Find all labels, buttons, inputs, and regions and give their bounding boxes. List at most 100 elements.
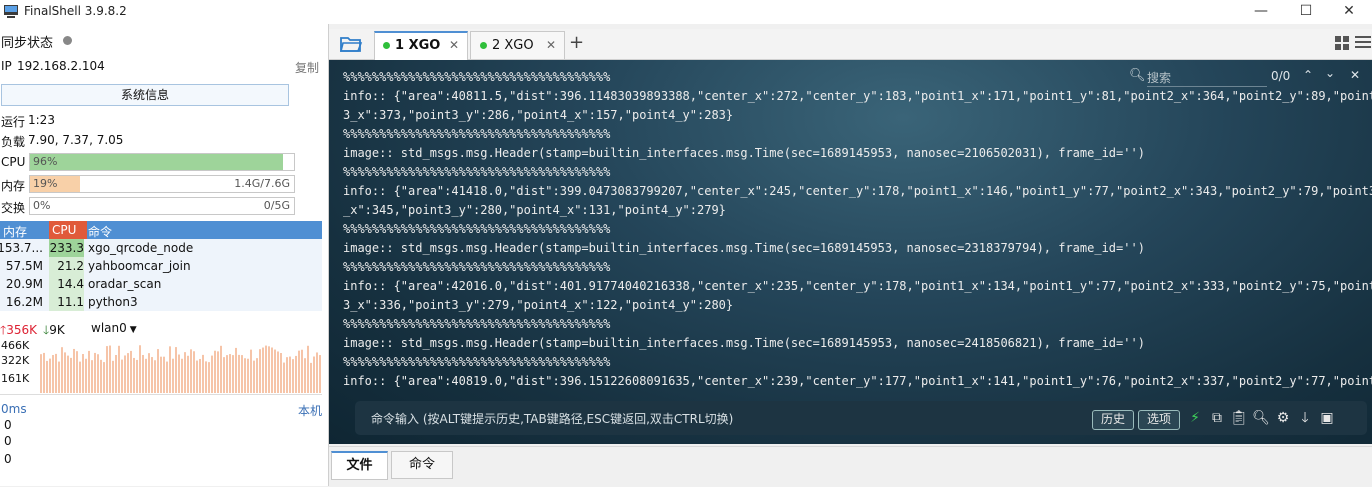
- net-graph-bar: [253, 360, 255, 393]
- layout-grid-icon[interactable]: [1335, 36, 1349, 50]
- terminal-line: image:: std_msgs.msg.Header(stamp=builti…: [343, 146, 1145, 160]
- net-graph-bar: [241, 355, 243, 393]
- process-cpu: 21.2: [49, 257, 84, 275]
- net-graph-bar: [172, 358, 174, 393]
- window-icon[interactable]: ▣: [1318, 409, 1336, 427]
- search-input[interactable]: 搜索: [1147, 69, 1267, 87]
- net-graph-bar: [154, 360, 156, 393]
- gear-icon[interactable]: ⚙: [1274, 409, 1292, 427]
- find-icon[interactable]: 🔍︎: [1252, 409, 1270, 427]
- terminal-line: _x":345,"point3_y":280,"point4_x":131,"p…: [343, 203, 726, 217]
- tab-commands[interactable]: 命令: [391, 451, 453, 479]
- folder-icon[interactable]: [339, 34, 363, 54]
- process-row[interactable]: 153.7... 233.3 xgo_qrcode_node: [0, 239, 322, 257]
- col-cpu-header[interactable]: CPU: [49, 221, 87, 239]
- net-graph-bar: [256, 358, 258, 393]
- net-graph-bar: [61, 347, 63, 393]
- net-graph-bar: [97, 354, 99, 393]
- lightning-icon[interactable]: ⚡: [1186, 409, 1204, 427]
- net-graph-bar: [88, 350, 90, 393]
- net-graph-bar: [274, 349, 276, 393]
- terminal-line: 3_x":336,"point3_y":279,"point4_x":122,"…: [343, 298, 734, 312]
- net-graph-bar: [190, 349, 192, 393]
- net-graph-bar: [55, 353, 57, 393]
- cpu-label: CPU: [1, 155, 26, 169]
- close-tab-icon[interactable]: ✕: [449, 38, 459, 52]
- process-command: xgo_qrcode_node: [88, 241, 194, 255]
- net-graph-bar: [49, 358, 51, 393]
- col-mem-header[interactable]: 内存: [3, 223, 27, 240]
- net-graph-bar: [205, 361, 207, 393]
- net-graph-bar: [319, 355, 321, 393]
- process-cpu: 11.1: [49, 293, 84, 311]
- net-graph-bar: [124, 355, 126, 393]
- net-graph-bar: [292, 359, 294, 393]
- search-prev-icon[interactable]: ⌃: [1303, 68, 1313, 82]
- search-next-icon[interactable]: ⌄: [1325, 66, 1335, 80]
- download-icon[interactable]: 🡓: [1296, 409, 1314, 427]
- ping-value-1: 0: [4, 418, 12, 432]
- process-row[interactable]: 57.5M 21.2 yahboomcar_join: [0, 257, 322, 275]
- tab-files[interactable]: 文件: [331, 451, 388, 480]
- tab-1-xgo[interactable]: 1 XGO ✕: [374, 31, 468, 60]
- minimize-button[interactable]: —: [1238, 0, 1284, 24]
- net-graph-bar: [91, 360, 93, 393]
- net-graph-bar: [250, 349, 252, 393]
- menu-icon[interactable]: [1355, 35, 1371, 49]
- net-graph-bar: [58, 361, 60, 393]
- process-command: yahboomcar_join: [88, 259, 191, 273]
- process-row[interactable]: 16.2M 11.1 python3: [0, 293, 322, 311]
- net-graph-bar: [259, 349, 261, 393]
- terminal-output[interactable]: %%%%%%%%%%%%%%%%%%%%%%%%%%%%%%%%%%%%% inf…: [329, 60, 1372, 444]
- tab-2-xgo[interactable]: 2 XGO ✕: [470, 31, 565, 59]
- command-input[interactable]: 命令输入 (按ALT键提示历史,TAB键路径,ESC键返回,双击CTRL切换): [371, 410, 733, 427]
- net-graph-bar: [73, 348, 75, 393]
- net-graph-bar: [181, 358, 183, 393]
- mem-detail: 1.4G/7.6G: [234, 177, 290, 190]
- sync-status-indicator-icon: [63, 36, 72, 45]
- net-graph-bar: [118, 345, 120, 393]
- net-graph-bar: [106, 346, 108, 393]
- swap-label: 交换: [1, 201, 26, 215]
- copy-icon[interactable]: ⧉: [1208, 409, 1226, 427]
- history-button[interactable]: 历史: [1092, 410, 1134, 430]
- connected-dot-icon: [383, 42, 390, 49]
- net-graph-bar: [229, 354, 231, 393]
- options-button[interactable]: 选项: [1138, 410, 1180, 430]
- net-graph-bar: [232, 355, 234, 393]
- net-graph-bar: [160, 356, 162, 393]
- copy-ip-button[interactable]: 复制: [295, 59, 319, 76]
- net-graph-bar: [70, 357, 72, 393]
- search-close-icon[interactable]: ✕: [1350, 68, 1360, 82]
- terminal-line: %%%%%%%%%%%%%%%%%%%%%%%%%%%%%%%%%%%%%: [343, 222, 611, 236]
- net-graph-bar: [127, 353, 129, 393]
- tab-label: 1 XGO: [395, 38, 441, 53]
- maximize-button[interactable]: ☐: [1283, 0, 1329, 24]
- process-row[interactable]: 20.9M 14.4 oradar_scan: [0, 275, 322, 293]
- net-graph-bar: [223, 357, 225, 393]
- net-graph-bar: [193, 351, 195, 393]
- col-cmd-header[interactable]: 命令: [88, 223, 112, 240]
- net-graph-bar: [184, 352, 186, 393]
- close-button[interactable]: ✕: [1326, 0, 1372, 24]
- search-count: 0/0: [1271, 69, 1291, 83]
- net-graph-bar: [307, 345, 309, 393]
- terminal-line: info:: {"area":40811.5,"dist":396.114830…: [343, 89, 1372, 103]
- ping-target[interactable]: 本机: [298, 402, 322, 419]
- net-graph-bar: [277, 351, 279, 393]
- add-tab-button[interactable]: +: [569, 32, 584, 53]
- left-panel: 同步状态 IP 192.168.2.104 复制 系统信息 运行 1:23 负载…: [0, 24, 328, 486]
- terminal-line: info:: {"area":40819.0,"dist":396.151226…: [343, 374, 1372, 388]
- net-graph-bar: [283, 362, 285, 393]
- close-tab-icon[interactable]: ✕: [546, 38, 556, 52]
- system-info-button[interactable]: 系统信息: [1, 84, 289, 106]
- cpu-usage-fill: [30, 154, 284, 170]
- net-graph-bar: [166, 361, 168, 393]
- paste-icon[interactable]: 📋︎: [1230, 409, 1248, 427]
- net-graph-bar: [112, 360, 114, 393]
- net-graph-bar: [265, 345, 267, 393]
- net-graph-bar: [145, 358, 147, 393]
- terminal-line: 3_x":373,"point3_y":286,"point4_x":157,"…: [343, 108, 734, 122]
- uptime-label: 运行: [1, 115, 26, 129]
- net-interface-select[interactable]: wlan0 ▼: [91, 321, 137, 335]
